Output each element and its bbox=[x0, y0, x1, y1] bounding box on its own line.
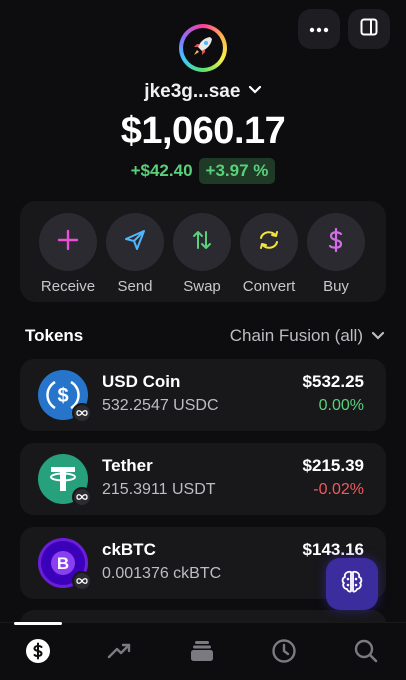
receive-label: Receive bbox=[40, 278, 96, 295]
token-amount: 0.001376 ckBTC bbox=[102, 565, 222, 582]
infinity-badge-icon bbox=[72, 571, 92, 591]
send-label: Send bbox=[117, 278, 153, 295]
svg-text:B: B bbox=[57, 554, 69, 573]
dollar-icon bbox=[25, 638, 51, 669]
token-name: ckBTC bbox=[102, 540, 156, 559]
token-name: USD Coin bbox=[102, 372, 181, 391]
rocket-icon bbox=[190, 33, 216, 64]
account-address-selector[interactable]: jke3g...sae bbox=[0, 81, 406, 103]
bottom-nav bbox=[0, 622, 406, 680]
send-icon bbox=[123, 228, 147, 257]
plus-icon bbox=[57, 229, 79, 256]
chevron-down-icon bbox=[248, 79, 262, 101]
clock-icon bbox=[271, 638, 297, 669]
nav-item-history[interactable] bbox=[266, 635, 302, 671]
ai-assistant-button[interactable] bbox=[326, 558, 378, 610]
token-value: $215.39 bbox=[302, 456, 364, 475]
balance-change: +$42.40 +3.97 % bbox=[0, 158, 406, 184]
ellipsis-icon bbox=[309, 20, 329, 38]
more-button[interactable] bbox=[298, 9, 340, 49]
account-address: jke3g...sae bbox=[144, 81, 241, 102]
tokens-header: Tokens Chain Fusion (all) bbox=[25, 326, 385, 346]
dollar-icon bbox=[326, 227, 346, 258]
usdc-icon: $ bbox=[38, 370, 92, 423]
infinity-badge-icon bbox=[72, 403, 92, 423]
nav-item-collections[interactable] bbox=[184, 635, 220, 671]
swap-button[interactable]: Swap bbox=[171, 213, 233, 295]
token-row-usdc[interactable]: $ USD Coin 532.2547 USDC $532.25 0.00% bbox=[20, 359, 386, 431]
balance-change-amount: +$42.40 bbox=[130, 161, 193, 180]
token-row-usdt[interactable]: Tether 215.3911 USDT $215.39 -0.02% bbox=[20, 443, 386, 515]
total-balance: $1,060.17 bbox=[120, 110, 286, 152]
svg-text:$: $ bbox=[57, 385, 68, 407]
network-filter-dropdown[interactable]: Chain Fusion (all) bbox=[230, 326, 385, 346]
sidebar-panel-icon bbox=[360, 18, 378, 41]
balance-change-percent: +3.97 % bbox=[198, 158, 276, 184]
search-icon bbox=[353, 638, 379, 669]
token-change: 0.00% bbox=[318, 397, 364, 414]
network-filter-label: Chain Fusion (all) bbox=[229, 326, 363, 345]
token-value: $143.16 bbox=[302, 540, 364, 559]
wallet-avatar[interactable] bbox=[179, 24, 227, 72]
buy-label: Buy bbox=[323, 278, 349, 295]
panel-toggle-button[interactable] bbox=[348, 9, 390, 49]
nav-item-assets[interactable] bbox=[20, 635, 56, 671]
token-amount: 532.2547 USDC bbox=[102, 397, 219, 414]
stack-icon bbox=[189, 640, 215, 667]
swap-icon bbox=[190, 228, 214, 257]
chevron-down-icon bbox=[371, 326, 385, 346]
send-button[interactable]: Send bbox=[104, 213, 166, 295]
convert-label: Convert bbox=[242, 278, 296, 295]
infinity-badge-icon bbox=[72, 487, 92, 507]
action-bar: Receive Send Swap Convert Buy bbox=[20, 201, 386, 302]
token-value: $532.25 bbox=[302, 372, 364, 391]
trending-up-icon bbox=[107, 641, 133, 666]
ckbtc-icon: B bbox=[38, 538, 92, 591]
nav-item-activity-trends[interactable] bbox=[102, 635, 138, 671]
token-change: -0.02% bbox=[313, 481, 364, 498]
token-name: Tether bbox=[102, 456, 153, 475]
tokens-title: Tokens bbox=[25, 326, 84, 345]
receive-button[interactable]: Receive bbox=[37, 213, 99, 295]
swap-label: Swap bbox=[183, 278, 221, 295]
tether-icon bbox=[38, 454, 92, 507]
nav-item-search[interactable] bbox=[348, 635, 384, 671]
convert-icon bbox=[256, 228, 282, 257]
buy-button[interactable]: Buy bbox=[305, 213, 367, 295]
nav-active-indicator bbox=[14, 622, 62, 625]
token-amount: 215.3911 USDT bbox=[102, 481, 216, 498]
brain-circuit-icon bbox=[337, 567, 367, 602]
convert-button[interactable]: Convert bbox=[238, 213, 300, 295]
